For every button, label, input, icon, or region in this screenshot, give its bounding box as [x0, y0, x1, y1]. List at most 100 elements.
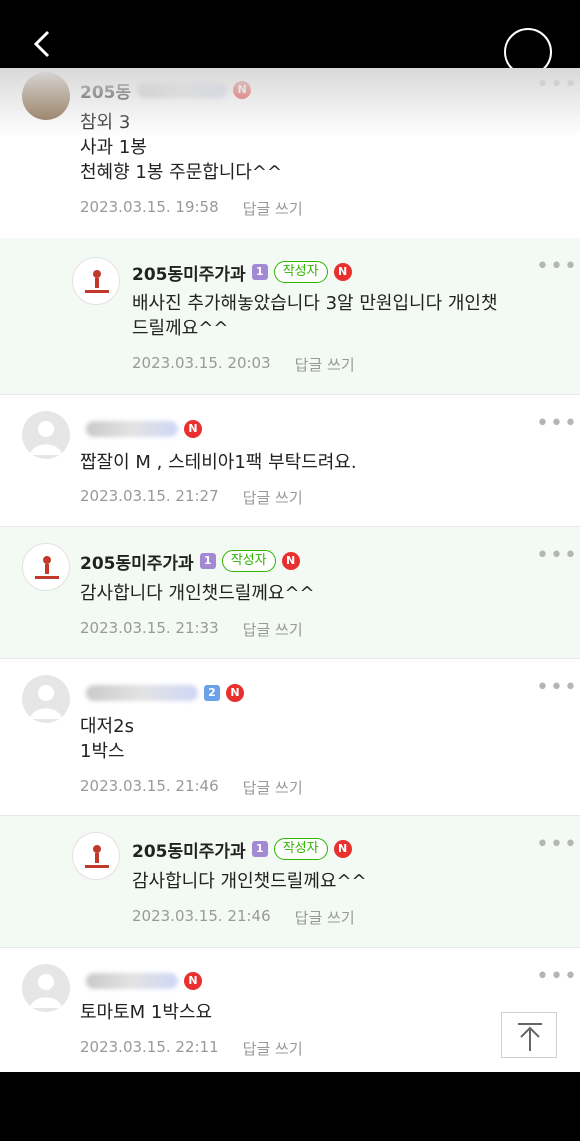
avatar[interactable] — [22, 411, 70, 459]
author-name[interactable]: 205동 — [80, 78, 131, 103]
new-badge: N — [184, 972, 202, 990]
timestamp: 2023.03.15. 21:46 — [132, 907, 271, 925]
author-row: 205동미주가과 1 작성자 N — [132, 260, 352, 285]
comment-meta: 2023.03.15. 22:11 답글 쓰기 — [80, 1038, 303, 1059]
comment-text: 짭잘이 M , 스테비아1팩 부탁드려요. — [80, 450, 357, 475]
default-avatar-icon — [30, 685, 62, 719]
avatar[interactable] — [22, 964, 70, 1012]
comment-line: 짭잘이 M , 스테비아1팩 부탁드려요. — [80, 452, 357, 473]
comment-text: 배사진 추가해놓았습니다 3알 만원입니다 개인챗 드릴께요^^ — [132, 291, 498, 341]
new-badge: N — [184, 420, 202, 438]
comment-meta: 2023.03.15. 21:27 답글 쓰기 — [80, 487, 303, 508]
comment-line: 사과 1봉 — [80, 137, 147, 158]
more-icon[interactable]: ••• — [536, 74, 577, 96]
avatar[interactable] — [72, 257, 120, 305]
avatar[interactable] — [22, 543, 70, 591]
comment-meta: 2023.03.15. 20:03 답글 쓰기 — [132, 354, 355, 375]
timestamp: 2023.03.15. 21:27 — [80, 487, 219, 505]
comment-line: 배사진 추가해놓았습니다 3알 만원입니다 개인챗 — [132, 293, 498, 314]
reply-button[interactable]: 답글 쓰기 — [243, 619, 303, 640]
blurred-name — [86, 973, 178, 989]
reply-button[interactable]: 답글 쓰기 — [243, 198, 303, 219]
comment-reply: 205동미주가과 1 작성자 N ••• 감사합니다 개인챗드릴께요^^ 202… — [0, 527, 580, 658]
comment-line: 감사합니다 개인챗드릴께요^^ — [80, 583, 315, 604]
timestamp: 2023.03.15. 22:11 — [80, 1038, 219, 1056]
author-name[interactable]: 205동미주가과 — [132, 837, 246, 862]
top-bar — [0, 0, 580, 76]
comment-reply: 205동미주가과 1 작성자 N ••• 배사진 추가해놓았습니다 3알 만원입… — [0, 238, 580, 394]
bottom-bar — [0, 1072, 580, 1141]
back-icon[interactable] — [26, 26, 58, 62]
blurred-name — [86, 685, 198, 701]
timestamp: 2023.03.15. 19:58 — [80, 198, 219, 216]
reply-button[interactable]: 답글 쓰기 — [243, 1038, 303, 1059]
new-badge: N — [333, 840, 352, 858]
reply-button[interactable]: 답글 쓰기 — [243, 487, 303, 508]
shop-logo-icon — [85, 845, 109, 868]
comment: N ••• 짭잘이 M , 스테비아1팩 부탁드려요. 2023.03.15. … — [0, 395, 580, 526]
more-icon[interactable]: ••• — [536, 966, 577, 988]
level-badge: 2 — [204, 685, 220, 701]
comment-line: 1박스 — [80, 741, 125, 762]
timestamp: 2023.03.15. 21:46 — [80, 777, 219, 795]
author-name[interactable]: 205동미주가과 — [132, 260, 246, 285]
more-icon[interactable]: ••• — [536, 677, 577, 699]
comment: 2 N ••• 대저2s 1박스 2023.03.15. 21:46 답글 쓰기 — [0, 659, 580, 815]
reply-button[interactable]: 답글 쓰기 — [243, 777, 303, 798]
comment-meta: 2023.03.15. 19:58 답글 쓰기 — [80, 198, 303, 219]
comment: 205동 N ••• 참외 3 사과 1봉 천혜향 1봉 주문합니다^^ 202… — [0, 68, 580, 236]
author-row: N — [80, 417, 202, 441]
level-badge: 1 — [251, 841, 268, 857]
author-row: 205동미주가과 1 작성자 N — [80, 549, 300, 574]
new-badge: N — [281, 552, 300, 570]
writer-badge: 작성자 — [221, 550, 276, 572]
scroll-top-button[interactable] — [501, 1012, 557, 1058]
comment-text: 감사합니다 개인챗드릴께요^^ — [80, 581, 315, 606]
arrow-up-icon — [518, 1023, 542, 1051]
comment-text: 대저2s 1박스 — [80, 714, 134, 764]
author-row: 205동미주가과 1 작성자 N — [132, 837, 352, 862]
author-row: N — [80, 969, 202, 993]
timestamp: 2023.03.15. 20:03 — [132, 354, 271, 372]
shop-logo-icon — [85, 270, 109, 293]
writer-badge: 작성자 — [273, 261, 328, 283]
comment-line: 감사합니다 개인챗드릴께요^^ — [132, 871, 367, 892]
new-badge: N — [333, 263, 352, 281]
comment-meta: 2023.03.15. 21:33 답글 쓰기 — [80, 619, 303, 640]
more-icon[interactable]: ••• — [536, 413, 577, 435]
timestamp: 2023.03.15. 21:33 — [80, 619, 219, 637]
comment: N ••• 토마토M 1박스요 2023.03.15. 22:11 답글 쓰기 — [0, 948, 580, 1072]
author-row: 2 N — [80, 681, 244, 705]
author-row: 205동 N — [80, 78, 252, 103]
default-avatar-icon — [30, 974, 62, 1008]
default-avatar-icon — [30, 421, 62, 455]
comment-text: 토마토M 1박스요 — [80, 1000, 212, 1025]
level-badge: 1 — [199, 553, 216, 569]
comment-line: 천혜향 1봉 주문합니다^^ — [80, 162, 283, 183]
comment-meta: 2023.03.15. 21:46 답글 쓰기 — [132, 907, 355, 928]
avatar[interactable] — [72, 832, 120, 880]
author-name[interactable]: 205동미주가과 — [80, 549, 194, 574]
comment-text: 참외 3 사과 1봉 천혜향 1봉 주문합니다^^ — [80, 110, 282, 185]
comment-line: 토마토M 1박스요 — [80, 1002, 213, 1023]
more-icon[interactable]: ••• — [536, 545, 577, 567]
avatar[interactable] — [22, 72, 70, 120]
comment-line: 대저2s — [80, 716, 134, 737]
new-badge: N — [233, 81, 252, 99]
avatar[interactable] — [22, 675, 70, 723]
comment-line: 드릴께요^^ — [132, 318, 229, 339]
level-badge: 1 — [251, 264, 268, 280]
more-icon[interactable]: ••• — [536, 834, 577, 856]
reply-button[interactable]: 답글 쓰기 — [295, 354, 355, 375]
reply-button[interactable]: 답글 쓰기 — [295, 907, 355, 928]
comment-line: 참외 3 — [80, 112, 131, 133]
comment-list: 205동 N ••• 참외 3 사과 1봉 천혜향 1봉 주문합니다^^ 202… — [0, 68, 580, 1072]
shop-logo-icon — [35, 556, 59, 579]
new-badge: N — [226, 684, 244, 702]
comment-reply: 205동미주가과 1 작성자 N ••• 감사합니다 개인챗드릴께요^^ 202… — [0, 816, 580, 947]
comment-meta: 2023.03.15. 21:46 답글 쓰기 — [80, 777, 303, 798]
blurred-name — [86, 421, 178, 437]
more-icon[interactable]: ••• — [536, 256, 577, 278]
comment-text: 감사합니다 개인챗드릴께요^^ — [132, 869, 367, 894]
blurred-name — [137, 82, 228, 98]
